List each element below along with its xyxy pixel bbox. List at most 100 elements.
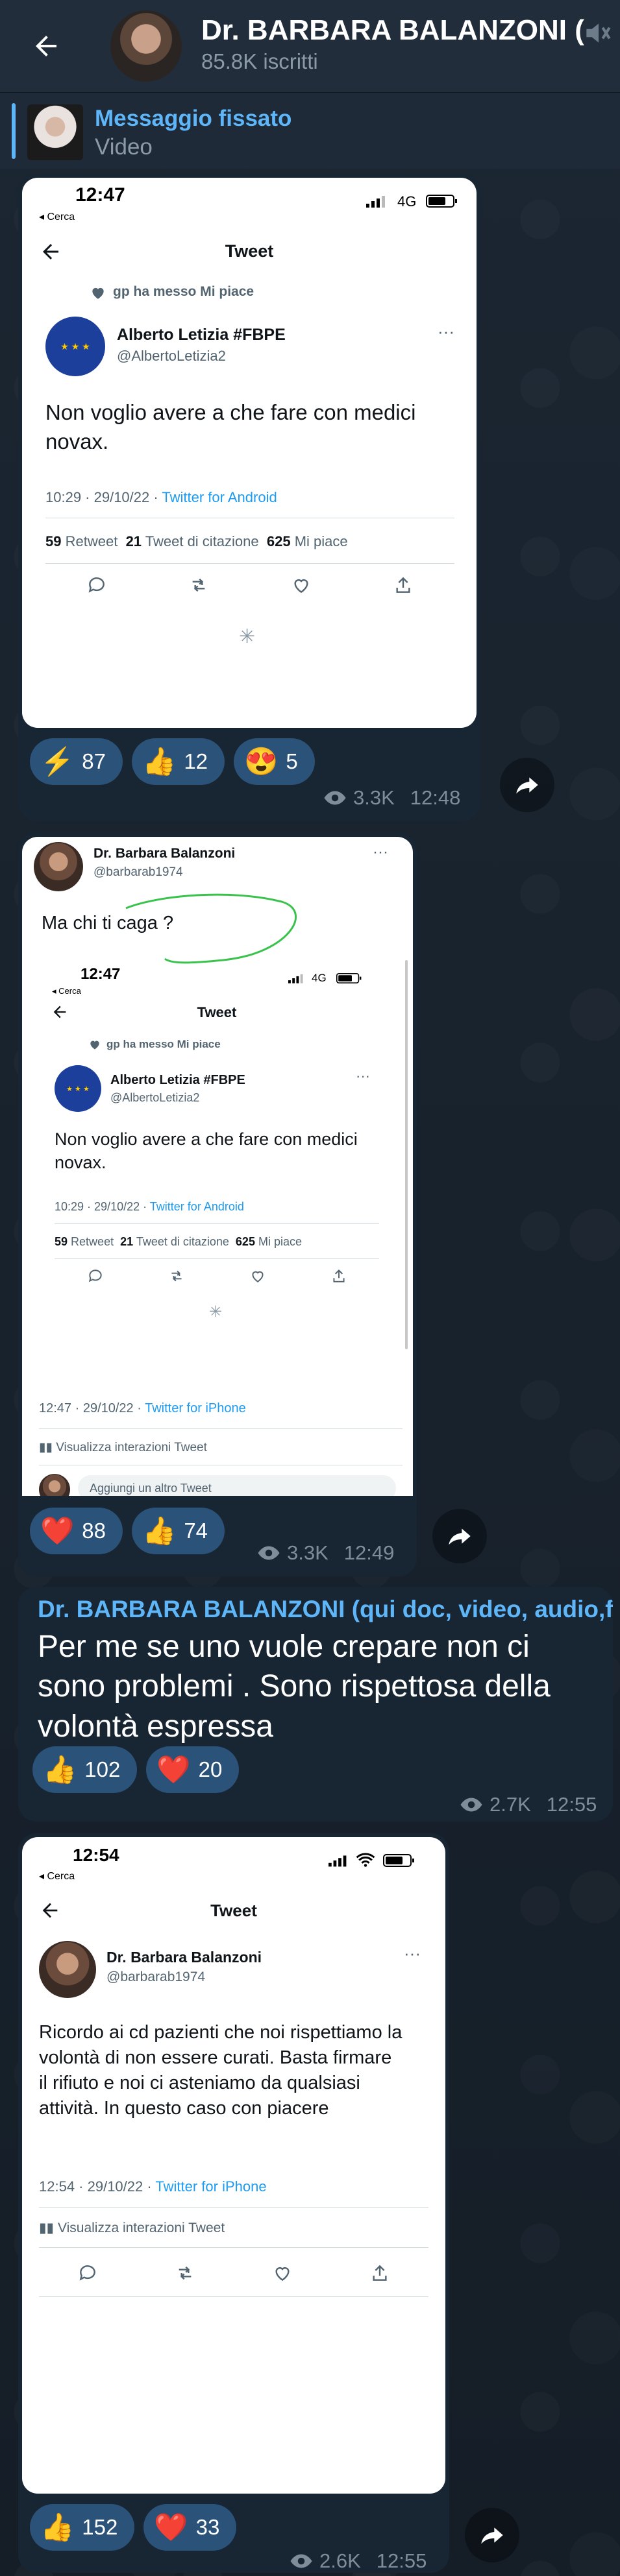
message-meta: 3.3K 12:49 bbox=[257, 1541, 394, 1565]
arrow-left-icon bbox=[43, 244, 58, 259]
message-time: 12:55 bbox=[546, 1793, 597, 1816]
reaction-thumbs-up[interactable]: 👍 74 bbox=[132, 1508, 225, 1554]
reaction-bar: 👍 152 ❤️ 33 bbox=[30, 2504, 237, 2551]
tweet-date: 12:54 · 29/10/22 · bbox=[39, 2178, 152, 2195]
eu-flag-avatar: ★ ★ ★ bbox=[45, 317, 105, 376]
reaction-heart[interactable]: ❤️ 20 bbox=[146, 1746, 240, 1793]
tweet-page-title: Tweet bbox=[210, 1901, 257, 1920]
message-meta: 2.6K 12:55 bbox=[290, 2549, 427, 2573]
reaction-count: 88 bbox=[82, 1519, 106, 1543]
reply-placeholder: Aggiungi un altro Tweet bbox=[90, 1482, 212, 1495]
forward-arrow-icon bbox=[449, 1528, 471, 1545]
like-label: Mi piace bbox=[294, 533, 348, 549]
reaction-heart[interactable]: ❤️ 88 bbox=[30, 1508, 123, 1554]
tweet-author-name: Dr. Barbara Balanzoni bbox=[106, 1949, 262, 1966]
scrollbar bbox=[405, 960, 408, 1349]
sender-name[interactable]: Dr. BARBARA BALANZONI (qui doc, video, a… bbox=[38, 1596, 613, 1623]
green-scribble-annotation bbox=[125, 893, 297, 964]
divider bbox=[55, 1258, 379, 1259]
back-button[interactable] bbox=[25, 25, 68, 67]
heart-icon bbox=[92, 287, 104, 299]
message-time: 12:49 bbox=[343, 1541, 395, 1564]
bar-chart-icon: ▮▮ bbox=[39, 1441, 53, 1454]
tweet-timestamp: 10:29 · 29/10/22 · Twitter for Android bbox=[45, 489, 277, 506]
tweet-timestamp: 12:47 · 29/10/22 · Twitter for iPhone bbox=[39, 1401, 246, 1416]
back-to-search: ◂ Cerca bbox=[39, 211, 75, 223]
status-time: 12:47 bbox=[81, 965, 121, 983]
reaction-thumbs-up[interactable]: 👍 102 bbox=[32, 1746, 138, 1793]
like-icon bbox=[251, 1271, 264, 1282]
liked-by-note: gp ha messo Mi piace bbox=[106, 1038, 221, 1050]
heart-eyes-emoji: 😍 bbox=[244, 746, 279, 776]
tweet-screenshot[interactable]: 12:54 ◂ Cerca Tweet Dr. Barbara Balanzon… bbox=[22, 1837, 445, 2494]
tweet-author-handle: @AlbertoLetizia2 bbox=[117, 348, 226, 364]
divider bbox=[45, 563, 454, 564]
forward-button[interactable] bbox=[432, 1509, 487, 1563]
back-to-search: ◂ Cerca bbox=[52, 986, 81, 996]
reaction-zap[interactable]: ⚡ 87 bbox=[30, 738, 123, 785]
reaction-heart[interactable]: ❤️ 33 bbox=[143, 2504, 237, 2551]
eu-flag-avatar: ★ ★ ★ bbox=[55, 1065, 101, 1112]
arrow-left-icon bbox=[42, 1903, 58, 1918]
loading-spinner-icon: ✳ bbox=[239, 626, 256, 647]
tweet-actions bbox=[39, 2263, 428, 2283]
like-icon bbox=[294, 579, 308, 594]
message-bubble[interactable]: Dr. BARBARA BALANZONI (qui doc, video, a… bbox=[18, 1587, 613, 1822]
reaction-heart-eyes[interactable]: 😍 5 bbox=[234, 738, 315, 785]
tweet-source: Twitter for Android bbox=[149, 1200, 244, 1213]
pinned-subtitle: Video bbox=[95, 134, 153, 160]
zap-emoji: ⚡ bbox=[40, 746, 75, 776]
tweet-author-name: Alberto Letizia #FBPE bbox=[117, 326, 286, 344]
loading-spinner-icon: ✳ bbox=[209, 1303, 223, 1321]
status-time: 12:54 bbox=[73, 1845, 119, 1865]
thumbs-up-emoji: 👍 bbox=[40, 2512, 75, 2542]
battery-icon bbox=[336, 973, 362, 983]
tweet-text: Ricordo ai cd pazienti che noi rispettia… bbox=[39, 2022, 403, 2119]
channel-avatar[interactable] bbox=[110, 10, 182, 82]
signal-icon bbox=[288, 974, 303, 983]
tweet-timestamp: 10:29 · 29/10/22 · Twitter for Android bbox=[55, 1200, 244, 1214]
more-options-icon: ··· bbox=[373, 843, 388, 861]
thumbs-up-emoji: 👍 bbox=[142, 1515, 177, 1546]
like-icon bbox=[275, 2267, 290, 2281]
back-to-search: ◂ Cerca bbox=[39, 1871, 75, 1882]
pinned-indicator bbox=[12, 103, 16, 159]
message-bubble[interactable]: 12:54 ◂ Cerca Tweet Dr. Barbara Balanzon… bbox=[18, 1833, 449, 2573]
message-meta: 2.7K 12:55 bbox=[460, 1793, 597, 1816]
forward-button[interactable] bbox=[500, 758, 554, 812]
tweet-screenshot[interactable]: Dr. Barbara Balanzoni @barbarab1974 ··· … bbox=[22, 837, 413, 1496]
reaction-thumbs-up[interactable]: 👍 12 bbox=[132, 738, 225, 785]
pinned-message-bar[interactable]: Messaggio fissato Video bbox=[0, 92, 620, 169]
tweet-page-title: Tweet bbox=[225, 241, 274, 261]
view-count: 2.6K bbox=[319, 2549, 361, 2572]
heart-icon bbox=[90, 1041, 99, 1050]
liked-by-note: gp ha messo Mi piace bbox=[113, 284, 254, 299]
forward-button[interactable] bbox=[465, 2508, 519, 2562]
retweet-icon bbox=[171, 1270, 182, 1282]
retweet-label: Retweet bbox=[71, 1235, 114, 1248]
tweet-source: Twitter for iPhone bbox=[145, 1401, 246, 1415]
muted-speaker-icon bbox=[586, 23, 611, 43]
forward-arrow-icon bbox=[481, 2527, 503, 2544]
quote-count: 21 bbox=[120, 1235, 134, 1248]
retweet-count: 59 bbox=[55, 1235, 68, 1248]
retweet-icon bbox=[179, 2266, 192, 2280]
channel-title[interactable]: Dr. BARBARA BALANZONI ( bbox=[201, 14, 584, 47]
tweet-text: Non voglio avere a che fare con medici n… bbox=[55, 1129, 358, 1173]
wifi-icon bbox=[356, 1853, 375, 1867]
quote-count: 21 bbox=[125, 533, 142, 549]
reaction-count: 102 bbox=[84, 1757, 121, 1781]
quote-label: Tweet di citazione bbox=[136, 1235, 229, 1248]
tweet-screenshot[interactable]: 12:47 ◂ Cerca 4G Tweet gp ha messo Mi pi… bbox=[22, 178, 477, 728]
divider bbox=[39, 2296, 428, 2297]
reaction-count: 20 bbox=[198, 1757, 223, 1781]
message-bubble[interactable]: Dr. Barbara Balanzoni @barbarab1974 ··· … bbox=[18, 833, 417, 1576]
message-bubble[interactable]: 12:47 ◂ Cerca 4G Tweet gp ha messo Mi pi… bbox=[18, 174, 480, 821]
view-count: 3.3K bbox=[287, 1541, 329, 1564]
retweet-count: 59 bbox=[45, 533, 62, 549]
reaction-thumbs-up[interactable]: 👍 152 bbox=[30, 2504, 135, 2551]
signal-icon bbox=[366, 196, 385, 208]
tweet-date: 12:47 · 29/10/22 · bbox=[39, 1401, 142, 1415]
status-time: 12:47 bbox=[75, 184, 125, 206]
tweet-author-avatar bbox=[39, 1941, 96, 1998]
